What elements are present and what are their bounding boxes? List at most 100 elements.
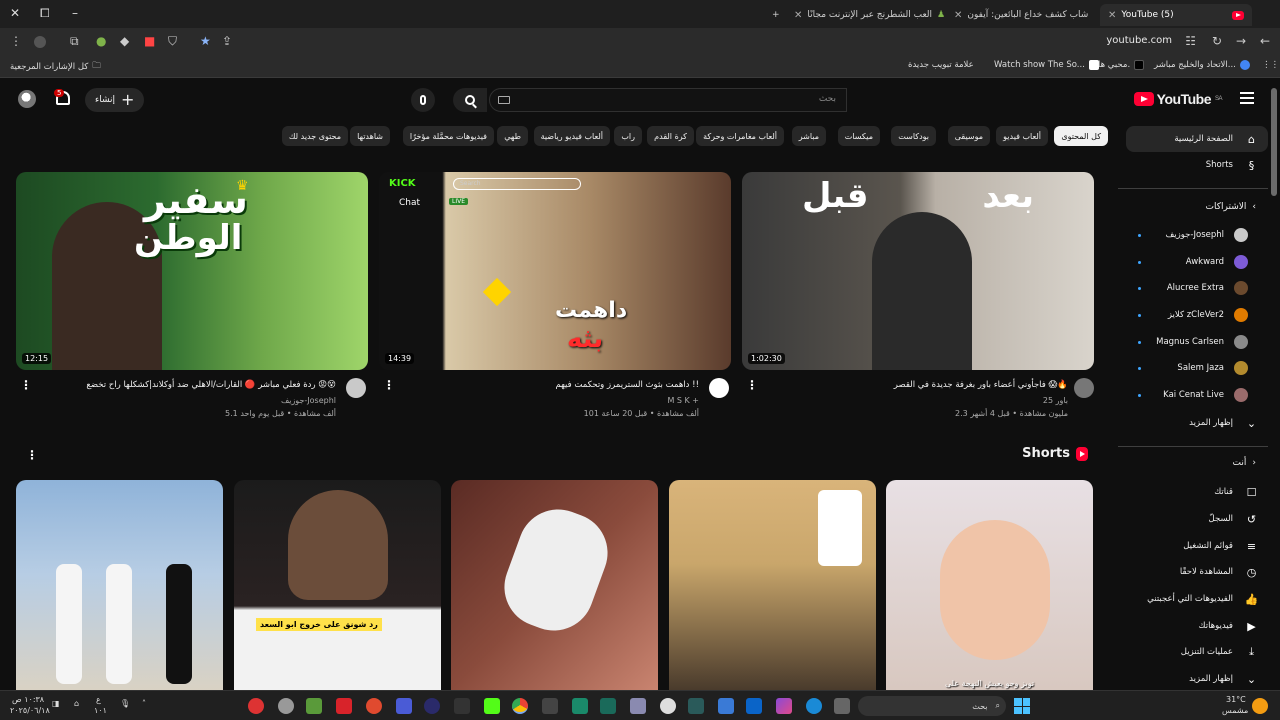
shorts-more-options-icon[interactable]: ⋮	[26, 448, 38, 462]
site-settings-icon[interactable]: ☷	[1185, 34, 1196, 48]
extension-icon[interactable]: ●	[96, 34, 106, 48]
url-text[interactable]: youtube.com	[1106, 35, 1172, 46]
forward-icon[interactable]: ←	[1260, 34, 1270, 48]
chip[interactable]: مباشر	[791, 126, 826, 146]
network-icon[interactable]: ⌂	[74, 699, 79, 708]
account-avatar[interactable]	[18, 90, 36, 108]
close-window-icon[interactable]: ✕	[10, 6, 20, 20]
chevron-up-icon[interactable]: ˄	[142, 699, 146, 708]
copilot-icon[interactable]	[776, 698, 792, 714]
bookmark-tiktok[interactable]: محبي ها.	[1098, 60, 1145, 70]
sidebar-subscription[interactable]: جوزيف-Josephl	[1126, 222, 1268, 248]
youtube-logo[interactable]: YouTube SA	[1133, 91, 1223, 107]
language-indicator[interactable]: ع	[96, 695, 101, 704]
wps-icon[interactable]	[336, 698, 352, 714]
you-heading[interactable]: أنت ›	[1233, 458, 1256, 468]
more-options-icon[interactable]: ⋮	[746, 378, 758, 392]
chip[interactable]: طهي	[497, 126, 528, 146]
clock-date[interactable]: ٢٠٢٥/٠٦/١٨	[10, 706, 50, 715]
search-input[interactable]: بحث	[489, 88, 847, 112]
sidebar-item-downloads[interactable]: عمليات التنزيل ⤓	[1126, 639, 1268, 665]
all-bookmarks[interactable]: كل الإشارات المرجعية 🗀	[10, 60, 101, 74]
tab-chess[interactable]: ✕ العب الشطرنج عبر الإنترنت مجانًا ♟	[786, 4, 946, 26]
short-card[interactable]: رد شونق على خروج ابو السعد	[234, 480, 441, 690]
app-icon[interactable]	[600, 698, 616, 714]
sidebar-subscription[interactable]: Awkward	[1126, 249, 1268, 275]
edge-icon[interactable]	[806, 698, 822, 714]
short-card[interactable]	[16, 480, 223, 690]
maximize-window-icon[interactable]: ⧠	[40, 6, 50, 21]
chip[interactable]: بودكاست	[891, 126, 936, 146]
reload-icon[interactable]: ↻	[1212, 34, 1222, 48]
outlook-icon[interactable]	[746, 698, 762, 714]
windows-start-icon[interactable]	[1014, 698, 1030, 714]
chrome-icon[interactable]	[512, 698, 528, 714]
short-card[interactable]: توبز وجو يعيش النهجة على	[886, 480, 1093, 690]
task-view-icon[interactable]	[834, 698, 850, 714]
shield-icon[interactable]: ⛉	[168, 34, 177, 49]
sidebar-item-shorts[interactable]: Shorts §	[1126, 152, 1268, 178]
app-icon[interactable]	[248, 698, 264, 714]
channel-avatar[interactable]	[1074, 378, 1094, 398]
chip[interactable]: ميكسات	[837, 126, 880, 146]
video-channel[interactable]: M S K +	[667, 396, 699, 405]
close-tab-icon[interactable]: ✕	[954, 10, 962, 21]
kick-icon[interactable]	[484, 698, 500, 714]
app-icon[interactable]	[454, 698, 470, 714]
weather-temp[interactable]: 31°C	[1226, 695, 1246, 704]
app-icon[interactable]	[396, 698, 412, 714]
chip[interactable]: محتوى جديد لك	[281, 126, 348, 146]
profile-icon[interactable]	[34, 36, 46, 48]
app-icon[interactable]	[424, 698, 440, 714]
video-channel[interactable]: جوزيف-Josephl	[281, 396, 336, 405]
sidebar-item-your-channel[interactable]: قناتك ☐	[1126, 479, 1268, 505]
create-button[interactable]: إنشاء +	[85, 88, 145, 112]
bookmarks-overflow-icon[interactable]: ⋮⋮	[1262, 60, 1279, 70]
hamburger-menu-icon[interactable]	[1240, 92, 1254, 104]
subscriptions-heading[interactable]: الاشتراكات ‹	[1206, 202, 1256, 212]
bookmark-ittihad[interactable]: الاتحاد والخليج مباشر...	[1154, 60, 1250, 70]
video-title[interactable]: ردة فعلي مباشر 🔴 القارات/الاهلي ضد أوكلا…	[86, 380, 336, 390]
chip[interactable]: ألعاب مغامرات وحركة	[696, 126, 784, 146]
chip[interactable]: ألعاب فيديو	[996, 126, 1048, 146]
sidebar-subscription[interactable]: Alucree Extra	[1126, 275, 1268, 301]
search-button[interactable]	[453, 88, 487, 112]
channel-avatar[interactable]	[709, 378, 729, 398]
app-icon[interactable]	[688, 698, 704, 714]
bookmark-watch-show[interactable]: Watch show The So...	[994, 60, 1099, 70]
chip[interactable]: موسيقى	[947, 126, 990, 146]
chip[interactable]: فيديوهات محمَّلة مؤخرًا	[402, 126, 494, 146]
more-options-icon[interactable]: ⋮	[383, 378, 395, 392]
sun-icon[interactable]	[1252, 698, 1268, 714]
install-icon[interactable]: ⇪	[222, 34, 232, 48]
chip[interactable]: كرة القدم	[647, 126, 694, 146]
sidebar-show-more[interactable]: إظهار المزيد ⌄	[1126, 410, 1268, 436]
sidebar-subscription[interactable]: Magnus Carlsen	[1126, 329, 1268, 355]
app-icon[interactable]	[660, 698, 676, 714]
video-thumbnail[interactable]: سفير الوطن ♛ 12:15	[16, 172, 368, 370]
clock-time[interactable]: ١٠:٣٨ ص	[12, 695, 44, 704]
bookmark-new-tab[interactable]: علامة تبويب جديدة	[908, 60, 974, 70]
taskbar-search[interactable]: بحث ⌕	[858, 696, 1006, 716]
sidebar-subscription[interactable]: Kai Cenat Live	[1126, 382, 1268, 408]
sidebar-item-playlists[interactable]: قوائم التشغيل ≡	[1126, 533, 1268, 559]
more-options-icon[interactable]: ⋮	[20, 378, 32, 392]
new-tab-button[interactable]: +	[764, 4, 784, 26]
extension-icon[interactable]: ◆	[120, 34, 129, 48]
tab-youtube[interactable]: ✕ YouTube (5)	[1100, 4, 1252, 26]
minimize-window-icon[interactable]: –	[72, 6, 78, 20]
sidebar-item-watch-later[interactable]: المشاهدة لاحقًا ◷	[1126, 559, 1268, 585]
tab-iphone-video[interactable]: ✕ شاب كشف خداع البائعين: آيفون	[946, 4, 1096, 26]
sidebar-item-show-more[interactable]: إظهار المزيد ⌄	[1126, 666, 1268, 692]
extensions-icon[interactable]: ⧉	[70, 34, 79, 49]
settings-icon[interactable]	[278, 698, 294, 714]
video-thumbnail[interactable]: قبل بعد 1:02:30	[742, 172, 1094, 370]
keyboard-icon[interactable]	[498, 96, 510, 104]
video-title[interactable]: داهمت بثوث الستريمرز وتحكمت فيهم !!	[555, 380, 699, 390]
extension-icon[interactable]: ■	[144, 34, 155, 48]
close-tab-icon[interactable]: ✕	[1108, 10, 1116, 21]
chip[interactable]: ألعاب فيديو رياضية	[533, 126, 610, 146]
close-tab-icon[interactable]: ✕	[794, 10, 802, 21]
microphone-tray-icon[interactable]: 🎙	[120, 699, 130, 708]
video-channel[interactable]: باور 25	[1043, 396, 1068, 405]
